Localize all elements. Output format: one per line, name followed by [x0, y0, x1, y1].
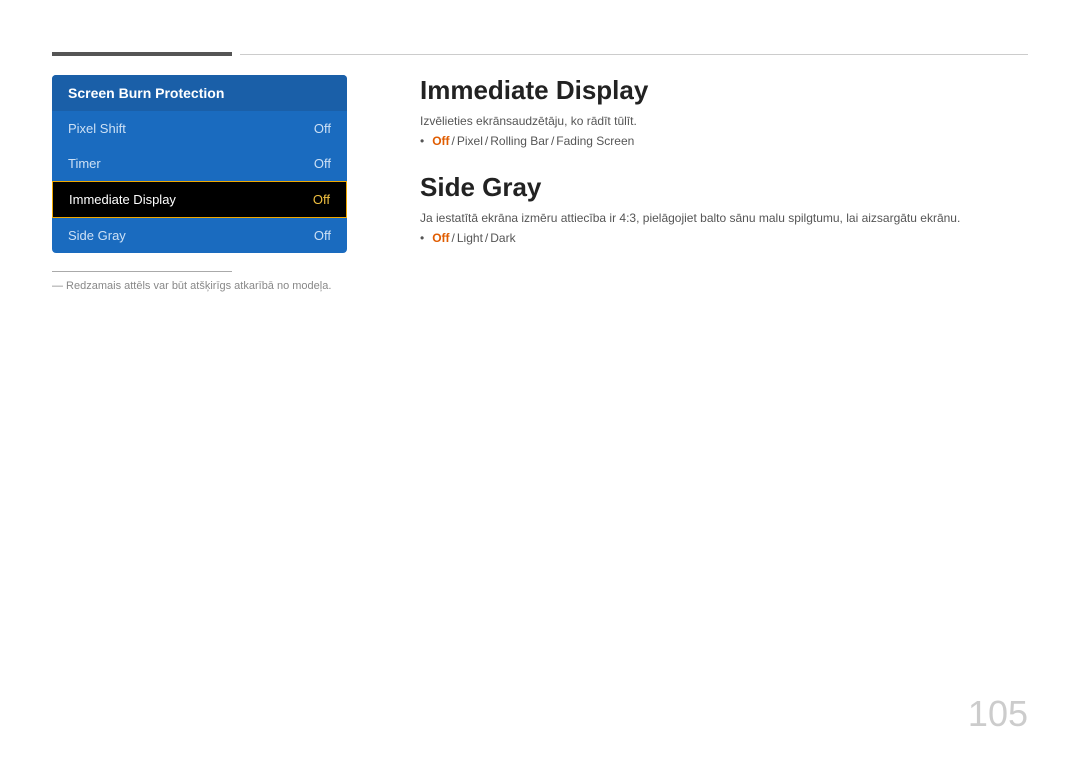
menu-item-value: Off [314, 228, 331, 243]
top-lines [52, 52, 1028, 56]
menu-item-value: Off [314, 156, 331, 171]
menu-header: Screen Burn Protection [52, 75, 347, 111]
section1-options: • Off / Pixel / Rolling Bar / Fading Scr… [420, 134, 1028, 148]
menu-item-pixel-shift[interactable]: Pixel Shift Off [52, 111, 347, 146]
menu-item-side-gray[interactable]: Side Gray Off [52, 218, 347, 253]
menu-item-value: Off [314, 121, 331, 136]
opt-off-1: Off [432, 134, 449, 148]
section2-desc: Ja iestatītā ekrāna izmēru attiecība ir … [420, 211, 1028, 225]
right-panel: Immediate Display Izvēlieties ekrānsaudz… [420, 75, 1028, 269]
opt-rolling-bar: Rolling Bar [490, 134, 549, 148]
menu-item-label: Pixel Shift [68, 121, 126, 136]
page-number: 105 [968, 693, 1028, 735]
footnote-text: ― Redzamais attēls var būt atšķirīgs atk… [52, 280, 347, 292]
menu-item-label: Timer [68, 156, 101, 171]
bullet1: • [420, 134, 424, 148]
sep2: / [485, 134, 488, 148]
sep3: / [551, 134, 554, 148]
menu-item-label: Immediate Display [69, 192, 176, 207]
menu-item-timer[interactable]: Timer Off [52, 146, 347, 181]
section1-desc: Izvēlieties ekrānsaudzētāju, ko rādīt tū… [420, 114, 1028, 128]
top-line-light [240, 54, 1028, 55]
opt-off-2: Off [432, 231, 449, 245]
menu-box: Screen Burn Protection Pixel Shift Off T… [52, 75, 347, 253]
menu-item-label: Side Gray [68, 228, 126, 243]
opt-light: Light [457, 231, 483, 245]
top-line-dark [52, 52, 232, 56]
sep4: / [452, 231, 455, 245]
opt-fading-screen: Fading Screen [556, 134, 634, 148]
sep5: / [485, 231, 488, 245]
menu-item-immediate-display[interactable]: Immediate Display Off [52, 181, 347, 218]
opt-pixel: Pixel [457, 134, 483, 148]
section2-options: • Off / Light / Dark [420, 231, 1028, 245]
sep1: / [452, 134, 455, 148]
opt-dark: Dark [490, 231, 515, 245]
bullet2: • [420, 231, 424, 245]
menu-item-value: Off [313, 192, 330, 207]
menu-title: Screen Burn Protection [68, 85, 224, 101]
section2-title: Side Gray [420, 172, 1028, 203]
footnote-line [52, 271, 232, 272]
left-panel: Screen Burn Protection Pixel Shift Off T… [52, 75, 347, 292]
section1-title: Immediate Display [420, 75, 1028, 106]
